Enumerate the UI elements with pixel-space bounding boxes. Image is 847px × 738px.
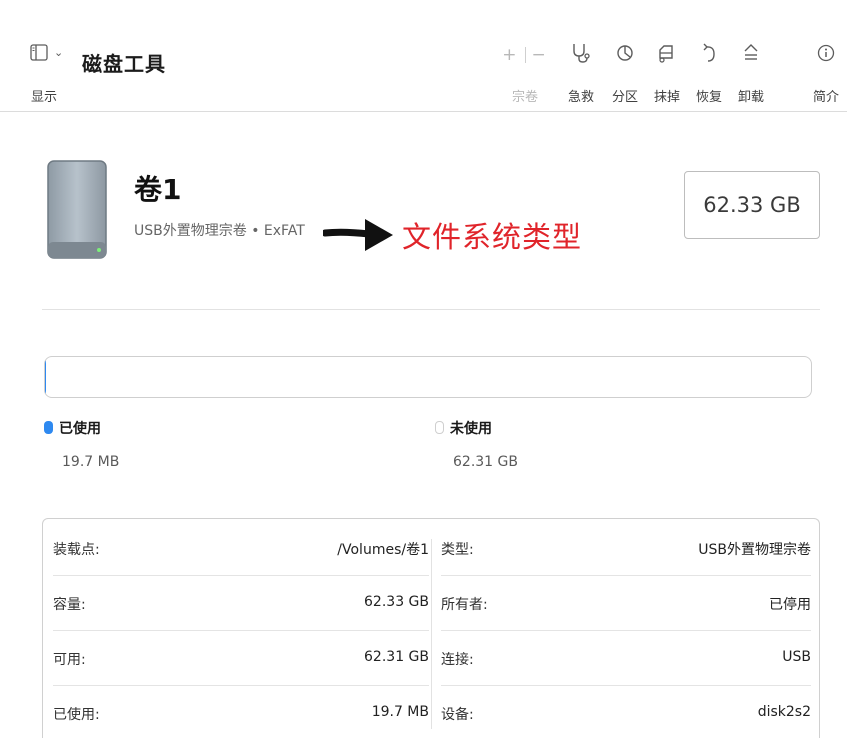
sidebar-view-button[interactable]: ⌄ [30,44,74,66]
info-key: 设备: [441,707,474,723]
info-key: 容量: [53,597,86,613]
restore-icon [692,42,726,68]
info-row-available: 可用: 62.31 GB [53,629,429,686]
free-label: 未使用 [450,421,492,437]
unmount-button[interactable]: 卸载 [734,42,768,106]
view-label: 显示 [31,90,58,105]
usage-bar [44,356,812,398]
partition-label: 分区 [611,90,638,105]
filesystem-annotation: 文件系统类型 [402,220,583,254]
info-icon [809,42,843,68]
info-row-owners: 所有者: 已停用 [441,574,811,631]
partition-icon [608,42,642,68]
info-column-right: 类型: USB外置物理宗卷 所有者: 已停用 连接: USB 设备: disk2… [441,519,811,738]
info-key: 可用: [53,652,86,668]
used-label: 已使用 [59,421,101,437]
volume-add-remove-button[interactable]: + − 宗卷 [500,42,550,106]
erase-label: 抹掉 [653,90,680,105]
divider [42,309,820,310]
free-value: 62.31 GB [453,454,518,470]
info-value: 62.31 GB [364,649,429,665]
info-row-connection: 连接: USB [441,629,811,686]
erase-icon [650,42,684,68]
info-key: 装载点: [53,542,100,558]
erase-button[interactable]: 抹掉 [650,42,684,106]
used-color-swatch [44,421,53,434]
legend-free: 未使用 62.31 GB [435,418,518,470]
first-aid-label: 急救 [567,90,594,105]
partition-button[interactable]: 分区 [608,42,642,106]
app-title: 磁盘工具 [82,52,166,76]
used-value: 19.7 MB [62,454,120,470]
restore-label: 恢复 [695,90,722,105]
column-separator [431,539,432,729]
eject-icon [734,42,768,68]
info-key: 连接: [441,652,474,668]
capacity-value: 62.33 GB [703,193,801,217]
info-row-capacity: 容量: 62.33 GB [53,574,429,631]
info-table: 装载点: /Volumes/卷1 容量: 62.33 GB 可用: 62.31 … [42,518,820,738]
info-button[interactable]: 简介 [809,42,843,106]
info-value: USB [782,649,811,665]
info-key: 所有者: [441,597,488,613]
free-color-swatch [435,421,444,434]
sidebar-icon [30,44,48,61]
info-row-device: 设备: disk2s2 [441,684,811,738]
chevron-down-icon: ⌄ [54,46,64,59]
external-drive-icon [47,160,107,259]
arrow-right-icon [323,219,393,251]
info-label: 简介 [812,90,839,105]
info-row-type: 类型: USB外置物理宗卷 [441,519,811,576]
volume-name: 卷1 [134,173,182,206]
info-value: USB外置物理宗卷 [698,542,811,558]
capacity-box: 62.33 GB [684,171,820,239]
stethoscope-icon [564,42,598,68]
restore-button[interactable]: 恢复 [692,42,726,106]
info-value: 已停用 [769,597,811,613]
plus-minus-icon: + − [502,45,548,65]
info-value: disk2s2 [757,704,811,720]
volume-subtitle: USB外置物理宗卷 • ExFAT [134,223,305,239]
info-value: 19.7 MB [371,704,429,720]
info-value: /Volumes/卷1 [337,542,429,558]
unmount-label: 卸载 [737,90,764,105]
info-column-left: 装载点: /Volumes/卷1 容量: 62.33 GB 可用: 62.31 … [53,519,429,738]
info-value: 62.33 GB [364,594,429,610]
volume-label: 宗卷 [511,90,538,105]
toolbar: ⌄ 显示 磁盘工具 + − 宗卷 急救 分区 抹掉 恢复 卸载 简介 [0,0,847,112]
info-key: 已使用: [53,707,100,723]
legend-used: 已使用 19.7 MB [44,418,119,470]
first-aid-button[interactable]: 急救 [564,42,598,106]
info-key: 类型: [441,542,474,558]
info-row-used: 已使用: 19.7 MB [53,684,429,738]
info-row-mount-point: 装载点: /Volumes/卷1 [53,519,429,576]
